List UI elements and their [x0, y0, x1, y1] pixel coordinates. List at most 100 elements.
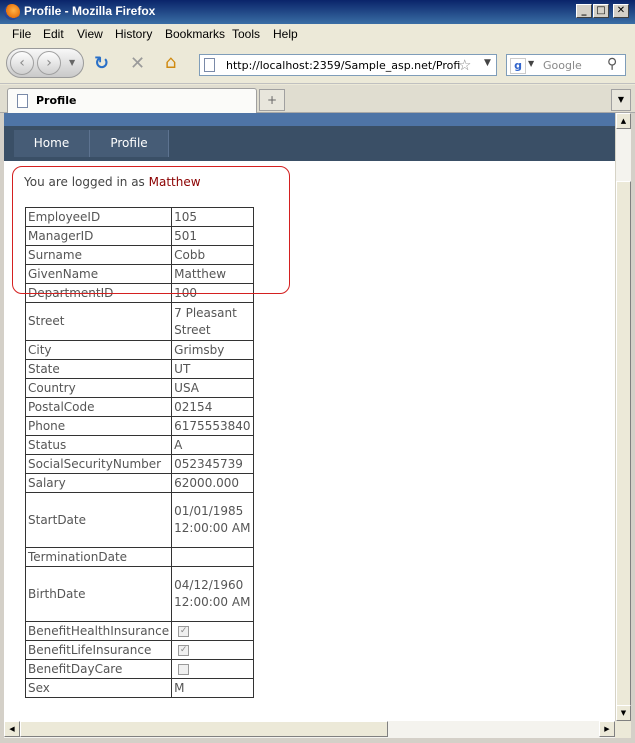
profile-field-name: Phone	[24, 416, 173, 436]
profile-field-name: PostalCode	[24, 397, 173, 417]
scroll-down-icon[interactable]: ▼	[616, 705, 631, 721]
profile-field-name: Sex	[24, 678, 173, 698]
tab-title: Profile	[36, 94, 77, 107]
profile-field-name: StartDate	[24, 492, 173, 548]
nav-profile-link[interactable]: Profile	[90, 130, 169, 157]
profile-row: BenefitDayCare	[24, 659, 254, 679]
menu-tools[interactable]: Tools	[232, 27, 260, 41]
url-text[interactable]: http://localhost:2359/Sample_asp.net/Pro…	[226, 59, 461, 72]
back-forward-group: ‹ › ▼	[6, 48, 84, 78]
page-content: Home Profile You are logged in as Matthe…	[4, 113, 615, 721]
menu-help[interactable]: Help	[273, 27, 298, 41]
profile-row: PostalCode 02154	[24, 397, 254, 417]
unchecked-checkbox	[178, 663, 190, 675]
window-frame-bottom	[0, 738, 635, 743]
stop-icon[interactable]: ✕	[130, 54, 145, 74]
profile-field-name: BirthDate	[24, 566, 173, 622]
back-arrow-icon[interactable]: ‹	[10, 51, 34, 75]
profile-field-checkbox-cell: ✓	[171, 621, 254, 641]
forward-arrow-icon[interactable]: ›	[37, 51, 61, 75]
maximize-button[interactable]: □	[593, 4, 609, 18]
tab-page-icon	[17, 94, 28, 108]
tab-list-icon[interactable]: ▼	[611, 89, 631, 111]
profile-row: City Grimsby	[24, 340, 254, 360]
resize-grip[interactable]	[615, 721, 631, 738]
profile-field-name: Salary	[24, 473, 173, 493]
vertical-scroll-thumb[interactable]	[616, 181, 631, 721]
bookmark-star-icon[interactable]: ☆	[458, 56, 471, 74]
profile-field-value: 62000.000	[171, 473, 254, 493]
profile-field-name: City	[24, 340, 173, 360]
profile-field-value: 6175553840	[171, 416, 254, 436]
search-engine-icon[interactable]: g	[510, 58, 526, 74]
horizontal-scroll-thumb[interactable]	[20, 721, 388, 737]
profile-field-value: M	[171, 678, 254, 698]
profile-row: Phone 6175553840	[24, 416, 254, 436]
nav-home-link[interactable]: Home	[14, 130, 90, 157]
checked-checkbox: ✓	[178, 625, 190, 637]
profile-field-name: BenefitLifeInsurance	[24, 640, 173, 660]
window-title: Profile - Mozilla Firefox	[24, 4, 156, 18]
profile-field-value: 052345739	[171, 454, 254, 474]
menu-bookmarks[interactable]: Bookmarks	[165, 27, 225, 41]
history-dropdown-icon[interactable]: ▼	[69, 58, 75, 67]
url-bar[interactable]: http://localhost:2359/Sample_asp.net/Pro…	[199, 54, 497, 76]
profile-row: BenefitHealthInsurance ✓	[24, 621, 254, 641]
scroll-right-icon[interactable]: ▶	[599, 721, 615, 737]
reload-icon[interactable]: ↻	[94, 54, 109, 74]
profile-field-name: BenefitDayCare	[24, 659, 173, 679]
horizontal-scrollbar[interactable]: ◀ ▶	[4, 721, 615, 738]
search-box[interactable]: g ▼ Google ⚲	[506, 54, 626, 76]
minimize-button[interactable]: _	[576, 4, 592, 18]
home-icon[interactable]: ⌂	[165, 53, 176, 73]
page-icon	[204, 58, 215, 72]
window-frame-right	[631, 113, 635, 743]
navigation-toolbar: ‹ › ▼ ↻ ✕ ⌂ http://localhost:2359/Sample…	[0, 44, 635, 84]
profile-field-name: TerminationDate	[24, 547, 173, 567]
tab-bar: Profile + ▼	[0, 85, 635, 114]
search-input[interactable]: Google	[543, 59, 582, 72]
highlight-annotation	[12, 166, 290, 294]
profile-row: BenefitLifeInsurance ✓	[24, 640, 254, 660]
url-dropdown-icon[interactable]: ▼	[484, 58, 491, 68]
profile-field-name: BenefitHealthInsurance	[24, 621, 173, 641]
search-engine-dropdown-icon[interactable]: ▼	[528, 59, 534, 68]
tab-profile[interactable]: Profile	[7, 88, 257, 114]
new-tab-button[interactable]: +	[259, 89, 285, 111]
vertical-scrollbar[interactable]: ▲ ▼	[615, 113, 631, 721]
profile-field-value: UT	[171, 359, 254, 379]
menu-bar: File Edit View History Bookmarks Tools H…	[0, 24, 635, 44]
profile-row: Sex M	[24, 678, 254, 698]
profile-field-value: 02154	[171, 397, 254, 417]
site-navigation: Home Profile	[4, 126, 615, 161]
profile-row: Status A	[24, 435, 254, 455]
profile-field-name: Country	[24, 378, 173, 398]
profile-field-value	[171, 547, 254, 567]
profile-row: Street 7 Pleasant Street	[24, 302, 254, 341]
window-title-bar: Profile - Mozilla Firefox _ □ ✕	[0, 0, 635, 24]
profile-field-value: 7 Pleasant Street	[171, 302, 254, 341]
profile-row: TerminationDate	[24, 547, 254, 567]
profile-field-name: Status	[24, 435, 173, 455]
profile-field-value: 01/01/1985 12:00:00 AM	[171, 492, 254, 548]
menu-history[interactable]: History	[115, 27, 152, 41]
scroll-up-icon[interactable]: ▲	[616, 113, 631, 129]
firefox-icon	[4, 4, 20, 20]
checked-checkbox: ✓	[178, 644, 190, 656]
menu-file[interactable]: File	[12, 27, 31, 41]
menu-view[interactable]: View	[77, 27, 103, 41]
header-stripe	[4, 113, 615, 126]
menu-edit[interactable]: Edit	[43, 27, 64, 41]
profile-row: BirthDate 04/12/1960 12:00:00 AM	[24, 566, 254, 622]
scroll-left-icon[interactable]: ◀	[4, 721, 20, 737]
profile-row: State UT	[24, 359, 254, 379]
profile-field-checkbox-cell	[171, 659, 254, 679]
profile-field-value: 04/12/1960 12:00:00 AM	[171, 566, 254, 622]
profile-field-name: State	[24, 359, 173, 379]
profile-field-value: A	[171, 435, 254, 455]
search-magnifier-icon[interactable]: ⚲	[607, 56, 617, 72]
close-button[interactable]: ✕	[613, 4, 629, 18]
profile-row: StartDate 01/01/1985 12:00:00 AM	[24, 492, 254, 548]
profile-field-value: Grimsby	[171, 340, 254, 360]
profile-field-value: USA	[171, 378, 254, 398]
